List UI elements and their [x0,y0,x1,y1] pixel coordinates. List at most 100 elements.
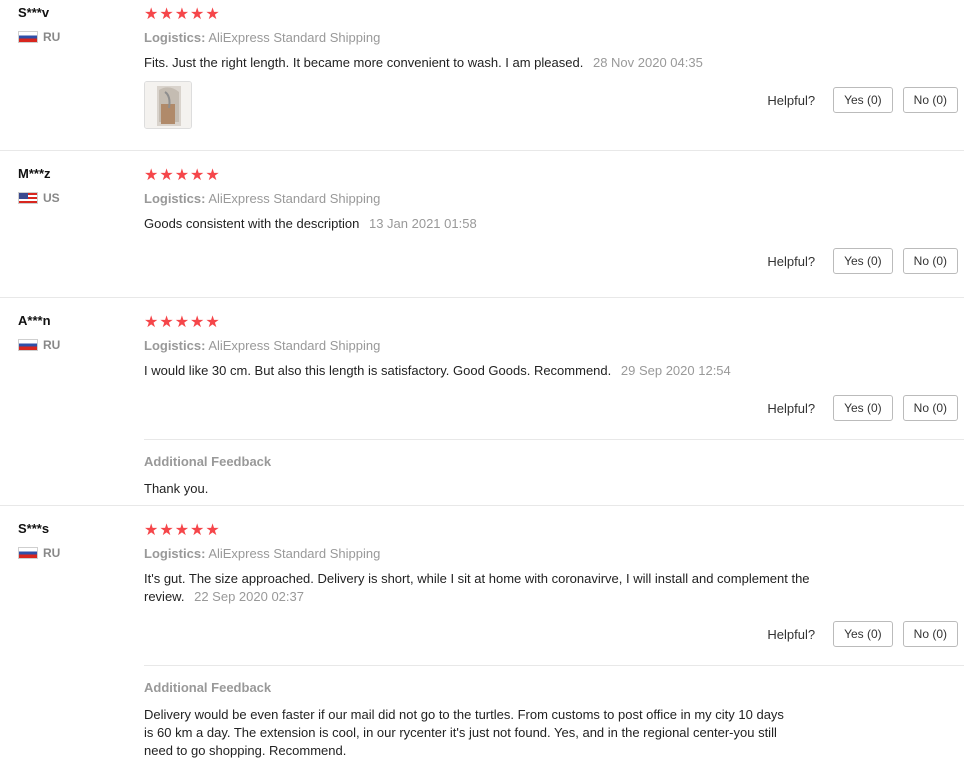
star-icon: ★ [174,167,190,184]
logistics-label: Logistics: [144,30,206,45]
country-code: RU [43,30,61,44]
star-icon: ★ [159,522,174,539]
star-icon: ★ [174,6,190,23]
logistics-info: Logistics: AliExpress Standard Shipping [144,30,380,45]
star-icon: ★ [144,314,159,331]
star-icon: ★ [174,522,190,539]
reviewer-info: S***s RU [18,520,128,560]
review-item: S***v RU ★★★★★ Logistics: AliExpress Sta… [0,0,964,151]
country-code: RU [43,546,61,560]
star-icon: ★ [144,522,159,539]
additional-feedback-text: Delivery would be even faster if our mai… [144,706,834,760]
star-rating: ★★★★★ [144,522,221,539]
helpful-yes-button[interactable]: Yes (0) [833,395,893,421]
helpful-label: Helpful? [767,253,816,269]
reviewer-info: A***n RU [18,312,128,352]
reviewer-country: US [18,191,128,205]
logistics-info: Logistics: AliExpress Standard Shipping [144,338,380,353]
star-icon: ★ [205,167,220,184]
country-code: RU [43,338,61,352]
star-icon: ★ [190,6,205,23]
helpful-no-button[interactable]: No (0) [902,248,958,274]
helpful-label: Helpful? [767,400,816,416]
helpful-controls: Helpful? Yes (0) No (0) [767,248,958,274]
star-rating: ★★★★★ [144,6,221,23]
review-text: I would like 30 cm. But also this length… [144,363,612,378]
review-text-line: It's gut. The size approached. Delivery … [144,571,810,586]
review-text-end: review. [144,589,185,604]
shipping-method: AliExpress Standard Shipping [208,338,381,353]
star-icon: ★ [144,167,159,184]
logistics-info: Logistics: AliExpress Standard Shipping [144,546,380,561]
reviewer-country: RU [18,546,128,560]
star-icon: ★ [190,314,205,331]
review-date: 13 Jan 2021 01:58 [368,216,477,231]
reviewer-name: S***s [18,521,50,536]
logistics-label: Logistics: [144,338,206,353]
star-icon: ★ [159,314,174,331]
reviewer-country: RU [18,338,128,352]
photo-image [145,82,191,128]
helpful-no-button[interactable]: No (0) [902,621,958,647]
reviewer-name: M***z [18,166,51,181]
russia-flag-icon [18,547,38,559]
star-rating: ★★★★★ [144,314,221,331]
review-content: It's gut. The size approached. Delivery … [144,570,864,606]
reviewer-info: M***z US [18,165,128,205]
shipping-method: AliExpress Standard Shipping [208,546,381,561]
reviewer-info: S***v RU [18,4,128,44]
additional-feedback-line: need to go shopping. Recommend. [144,743,347,758]
review-content: I would like 30 cm. But also this length… [144,362,731,380]
helpful-label: Helpful? [767,626,816,642]
country-code: US [43,191,60,205]
review-date: 28 Nov 2020 04:35 [592,55,703,70]
helpful-controls: Helpful? Yes (0) No (0) [767,621,958,647]
helpful-no-button[interactable]: No (0) [902,395,958,421]
additional-feedback-line: is 60 km a day. The extension is cool, i… [144,725,777,740]
helpful-label: Helpful? [767,92,816,108]
star-icon: ★ [174,314,190,331]
review-date: 29 Sep 2020 12:54 [620,363,731,378]
star-rating: ★★★★★ [144,167,221,184]
review-content: Fits. Just the right length. It became m… [144,54,703,72]
logistics-label: Logistics: [144,191,206,206]
russia-flag-icon [18,339,38,351]
review-item: M***z US ★★★★★ Logistics: AliExpress Sta… [0,151,964,298]
helpful-yes-button[interactable]: Yes (0) [833,248,893,274]
helpful-no-button[interactable]: No (0) [902,87,958,113]
shipping-method: AliExpress Standard Shipping [208,30,381,45]
helpful-controls: Helpful? Yes (0) No (0) [767,87,958,113]
additional-feedback-title: Additional Feedback [144,680,272,695]
logistics-info: Logistics: AliExpress Standard Shipping [144,191,380,206]
russia-flag-icon [18,31,38,43]
shipping-method: AliExpress Standard Shipping [208,191,381,206]
star-icon: ★ [144,6,159,23]
review-content: Goods consistent with the description 13… [144,215,477,233]
review-text-line-2: review. 22 Sep 2020 02:37 [144,588,864,606]
additional-feedback: Additional Feedback Thank you. [144,439,964,496]
helpful-controls: Helpful? Yes (0) No (0) [767,395,958,421]
star-icon: ★ [159,167,174,184]
star-icon: ★ [190,522,205,539]
review-text: Goods consistent with the description [144,216,360,231]
reviewer-country: RU [18,30,128,44]
review-text: Fits. Just the right length. It became m… [144,55,584,70]
review-date: 22 Sep 2020 02:37 [194,589,304,604]
usa-flag-icon [18,192,38,204]
star-icon: ★ [190,167,205,184]
additional-feedback-title: Additional Feedback [144,454,272,469]
helpful-yes-button[interactable]: Yes (0) [833,87,893,113]
star-icon: ★ [205,314,220,331]
reviewer-name: S***v [18,5,50,20]
star-icon: ★ [205,522,220,539]
review-photo-thumbnail[interactable] [144,81,192,129]
additional-feedback-line: Delivery would be even faster if our mai… [144,707,784,722]
logistics-label: Logistics: [144,546,206,561]
star-icon: ★ [159,6,174,23]
additional-feedback: Additional Feedback Delivery would be ev… [144,665,964,758]
helpful-yes-button[interactable]: Yes (0) [833,621,893,647]
review-item: S***s RU ★★★★★ Logistics: AliExpress Sta… [0,506,964,766]
additional-feedback-text: Thank you. [144,481,209,496]
star-icon: ★ [205,6,220,23]
reviewer-name: A***n [18,313,51,328]
